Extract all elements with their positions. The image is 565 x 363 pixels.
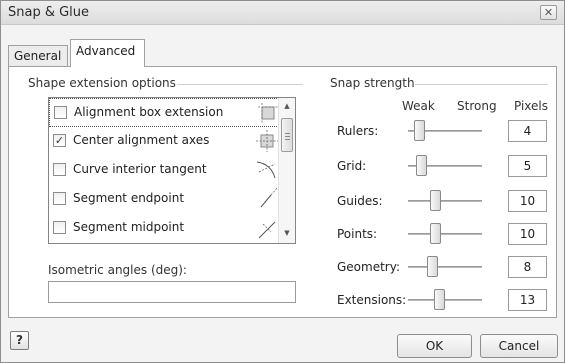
close-icon: ✕	[543, 6, 554, 19]
weak-header: Weak	[402, 99, 435, 113]
list-item[interactable]: Curve interior tangent	[49, 156, 279, 185]
title-bar: Snap & Glue ✕	[1, 1, 564, 25]
tab-general[interactable]: General	[8, 45, 68, 67]
list-item[interactable]: Segment endpoint	[49, 185, 279, 214]
segment-midpoint-icon	[258, 221, 276, 239]
extensions-pixels-field[interactable]: 13	[508, 289, 547, 311]
extensions-slider-track[interactable]	[408, 299, 482, 301]
shape-extension-list[interactable]: Alignment box extension ✓ Center alignme…	[48, 97, 296, 244]
grip-line	[285, 136, 290, 137]
list-item-label: Curve interior tangent	[73, 162, 207, 176]
extensions-slider-thumb[interactable]	[434, 289, 445, 310]
snap-strength-group-label: Snap strength	[330, 76, 420, 90]
segment-endpoint-icon	[260, 187, 278, 208]
points-slider-thumb[interactable]	[430, 223, 441, 244]
grid-label: Grid:	[337, 159, 367, 173]
center-alignment-checkbox[interactable]: ✓	[53, 134, 66, 147]
rulers-label: Rulers:	[337, 124, 379, 138]
isometric-angles-label: Isometric angles (deg):	[48, 263, 187, 277]
help-icon: ?	[16, 333, 23, 347]
list-item-label: Segment endpoint	[73, 191, 185, 205]
close-button[interactable]: ✕	[540, 5, 557, 20]
list-item-label: Segment midpoint	[73, 220, 185, 234]
segment-endpoint-checkbox[interactable]	[53, 192, 66, 205]
advanced-panel: Shape extension options Alignment box ex…	[8, 66, 557, 318]
points-slider-track[interactable]	[408, 233, 482, 235]
pixels-header: Pixels	[514, 99, 549, 113]
guides-pixels-field[interactable]: 10	[508, 190, 547, 212]
list-item-label: Alignment box extension	[74, 105, 224, 119]
rulers-slider-thumb[interactable]	[414, 120, 425, 141]
strong-header: Strong	[457, 99, 497, 113]
tab-advanced[interactable]: Advanced	[70, 39, 145, 67]
alignment-box-checkbox[interactable]	[54, 106, 67, 119]
grip-line	[285, 139, 290, 140]
geometry-label: Geometry:	[337, 260, 401, 274]
list-scrollbar[interactable]: ▲ ▼	[278, 98, 295, 243]
rulers-pixels-field[interactable]: 4	[508, 120, 547, 142]
geometry-pixels-field[interactable]: 8	[508, 256, 547, 278]
curve-interior-tangent-icon	[256, 161, 276, 179]
list-item[interactable]: Segment midpoint	[49, 214, 279, 243]
list-item[interactable]: ✓ Center alignment axes	[49, 127, 279, 156]
shape-extension-divider	[177, 84, 303, 85]
snap-strength-divider	[415, 84, 548, 85]
guides-slider-track[interactable]	[408, 200, 482, 202]
tab-general-label: General	[14, 49, 62, 63]
points-pixels-field[interactable]: 10	[508, 223, 547, 245]
geometry-slider-track[interactable]	[408, 266, 482, 268]
grid-slider-thumb[interactable]	[416, 155, 427, 176]
curve-interior-checkbox[interactable]	[53, 163, 66, 176]
segment-midpoint-checkbox[interactable]	[53, 221, 66, 234]
center-alignment-axes-icon	[256, 130, 278, 152]
tab-advanced-label: Advanced	[76, 44, 136, 58]
guides-label: Guides:	[337, 194, 383, 208]
points-label: Points:	[337, 227, 378, 241]
snap-glue-dialog: Snap & Glue ✕ General Advanced Shape ext…	[0, 0, 565, 363]
alignment-box-extension-icon	[258, 103, 278, 123]
dialog-title: Snap & Glue	[8, 5, 90, 20]
grid-pixels-field[interactable]: 5	[508, 155, 547, 177]
extensions-label: Extensions:	[337, 293, 407, 307]
help-button[interactable]: ?	[10, 331, 29, 350]
cancel-button[interactable]: Cancel	[480, 334, 558, 358]
scroll-up-icon[interactable]: ▲	[279, 98, 295, 114]
shape-extension-group-label: Shape extension options	[28, 76, 181, 90]
ok-button[interactable]: OK	[397, 334, 472, 358]
geometry-slider-thumb[interactable]	[427, 256, 438, 277]
list-item[interactable]: Alignment box extension	[49, 98, 279, 127]
scroll-thumb[interactable]	[281, 118, 293, 152]
list-item-label: Center alignment axes	[73, 133, 210, 147]
isometric-angles-input[interactable]	[48, 281, 296, 303]
guides-slider-thumb[interactable]	[430, 190, 441, 211]
grip-line	[285, 133, 290, 134]
scroll-down-icon[interactable]: ▼	[279, 225, 295, 241]
